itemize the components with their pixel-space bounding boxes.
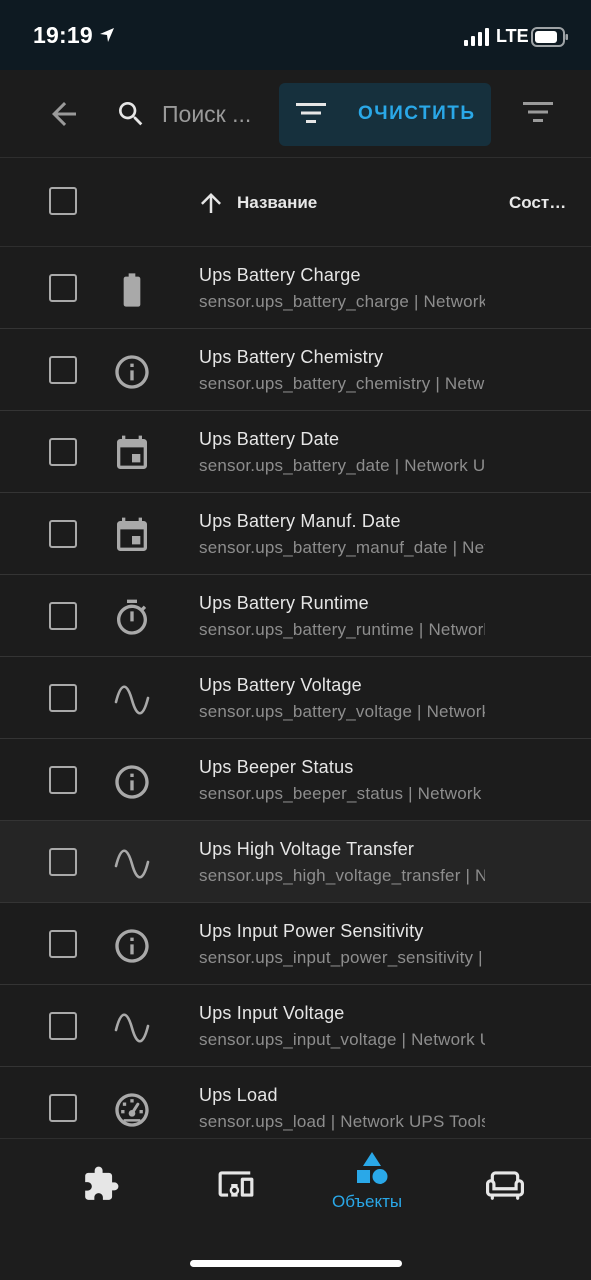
- row-title: Ups Battery Runtime: [199, 593, 369, 613]
- bottom-navigation: Объекты: [0, 1138, 591, 1280]
- nav-item-areas[interactable]: [466, 1139, 546, 1239]
- sine-wave-icon: [112, 844, 152, 884]
- row-checkbox[interactable]: [49, 356, 77, 384]
- row-checkbox[interactable]: [49, 438, 77, 466]
- row-entity-id: sensor.ups_input_voltage | Network UPS T…: [199, 1030, 485, 1049]
- row-entity-id: sensor.ups_battery_voltage | Network UPS…: [199, 702, 485, 721]
- row-entity-id: sensor.ups_load | Network UPS Tools: [199, 1112, 485, 1131]
- info-circle-icon: [112, 352, 152, 392]
- table-row[interactable]: Ups Input Power Sensitivity sensor.ups_in…: [0, 903, 591, 985]
- row-entity-id: sensor.ups_battery_date | Network UPS To…: [199, 456, 485, 475]
- row-checkbox[interactable]: [49, 684, 77, 712]
- nav-item-integrations[interactable]: [62, 1139, 142, 1239]
- row-title: Ups Battery Voltage: [199, 675, 362, 695]
- row-entity-id: sensor.ups_battery_charge | Network UPS …: [199, 292, 485, 311]
- row-entity-id: sensor.ups_battery_chemistry | Network U…: [199, 374, 485, 393]
- table-row[interactable]: Ups Battery Voltage sensor.ups_battery_vo…: [0, 657, 591, 739]
- toolbar: ОЧИСТИТЬ: [0, 70, 591, 158]
- devices-icon: [218, 1171, 254, 1197]
- row-checkbox[interactable]: [49, 1012, 77, 1040]
- home-indicator: [190, 1260, 402, 1267]
- row-title: Ups High Voltage Transfer: [199, 839, 415, 859]
- search-icon[interactable]: [115, 98, 147, 130]
- row-entity-id: sensor.ups_high_voltage_transfer | Netwo…: [199, 866, 485, 885]
- nav-item-devices[interactable]: [197, 1139, 277, 1239]
- row-entity-id: sensor.ups_battery_manuf_date | Network …: [199, 538, 485, 557]
- row-title: Ups Battery Manuf. Date: [199, 511, 401, 531]
- filter-lines-icon: [296, 103, 326, 123]
- info-circle-icon: [112, 762, 152, 802]
- row-checkbox[interactable]: [49, 1094, 77, 1122]
- table-row[interactable]: Ups Battery Date sensor.ups_battery_date …: [0, 411, 591, 493]
- status-time: 19:19: [33, 22, 93, 48]
- battery-icon: [112, 270, 152, 310]
- row-entity-id: sensor.ups_battery_runtime | Network UPS…: [199, 620, 485, 639]
- row-checkbox[interactable]: [49, 602, 77, 630]
- arrow-left-icon[interactable]: [46, 96, 82, 132]
- network-type: LTE: [496, 26, 529, 46]
- clear-filters-button[interactable]: ОЧИСТИТЬ: [279, 83, 491, 146]
- row-title: Ups Battery Charge: [199, 265, 361, 285]
- gauge-icon: [112, 1090, 152, 1130]
- status-bar: 19:19 LTE: [0, 0, 591, 70]
- table-row[interactable]: Ups High Voltage Transfer sensor.ups_high…: [0, 821, 591, 903]
- row-checkbox[interactable]: [49, 930, 77, 958]
- row-checkbox[interactable]: [49, 766, 77, 794]
- nav-label-entities: Объекты: [332, 1192, 403, 1211]
- table-row[interactable]: Ups Battery Runtime sensor.ups_battery_ru…: [0, 575, 591, 657]
- row-entity-id: sensor.ups_input_power_sensitivity | Net…: [199, 948, 485, 967]
- sine-wave-icon: [112, 1008, 152, 1048]
- column-header-name[interactable]: Название: [237, 193, 317, 213]
- puzzle-icon: [85, 1166, 119, 1200]
- row-checkbox[interactable]: [49, 520, 77, 548]
- table-row[interactable]: Ups Input Voltage sensor.ups_input_voltag…: [0, 985, 591, 1067]
- filter-lines-icon[interactable]: [523, 101, 553, 123]
- search-input[interactable]: [162, 96, 272, 132]
- battery-icon: [531, 27, 568, 47]
- sine-wave-icon: [112, 680, 152, 720]
- shapes-icon: [357, 1152, 388, 1184]
- arrow-up-icon[interactable]: [196, 188, 226, 218]
- row-title: Ups Beeper Status: [199, 757, 354, 777]
- row-title: Ups Load: [199, 1085, 278, 1105]
- table-row[interactable]: Ups Battery Chemistry sensor.ups_battery_…: [0, 329, 591, 411]
- row-title: Ups Input Voltage: [199, 1003, 345, 1023]
- table-header: Название Сост…: [0, 158, 591, 247]
- row-title: Ups Battery Date: [199, 429, 340, 449]
- table-row[interactable]: Ups Battery Manuf. Date sensor.ups_batter…: [0, 493, 591, 575]
- calendar-icon: [112, 516, 152, 556]
- column-header-state[interactable]: Сост…: [509, 193, 566, 213]
- table-row[interactable]: Ups Beeper Status sensor.ups_beeper_statu…: [0, 739, 591, 821]
- sofa-icon: [486, 1171, 524, 1200]
- row-title: Ups Battery Chemistry: [199, 347, 384, 367]
- row-title: Ups Input Power Sensitivity: [199, 921, 424, 941]
- calendar-icon: [112, 434, 152, 474]
- clear-filters-label: ОЧИСТИТЬ: [358, 103, 476, 124]
- row-checkbox[interactable]: [49, 848, 77, 876]
- location-arrow-icon: [100, 28, 114, 42]
- row-entity-id: sensor.ups_beeper_status | Network UPS T…: [199, 784, 485, 803]
- table-row[interactable]: Ups Battery Charge sensor.ups_battery_cha…: [0, 247, 591, 329]
- info-circle-icon: [112, 926, 152, 966]
- row-checkbox[interactable]: [49, 274, 77, 302]
- timer-icon: [112, 598, 152, 638]
- signal-icon: [464, 28, 489, 46]
- nav-item-entities[interactable]: Объекты: [326, 1139, 416, 1239]
- table-row[interactable]: Ups Load sensor.ups_load | Network UPS To…: [0, 1067, 591, 1138]
- select-all-checkbox[interactable]: [49, 187, 77, 215]
- entity-list: Ups Battery Charge sensor.ups_battery_cha…: [0, 247, 591, 1138]
